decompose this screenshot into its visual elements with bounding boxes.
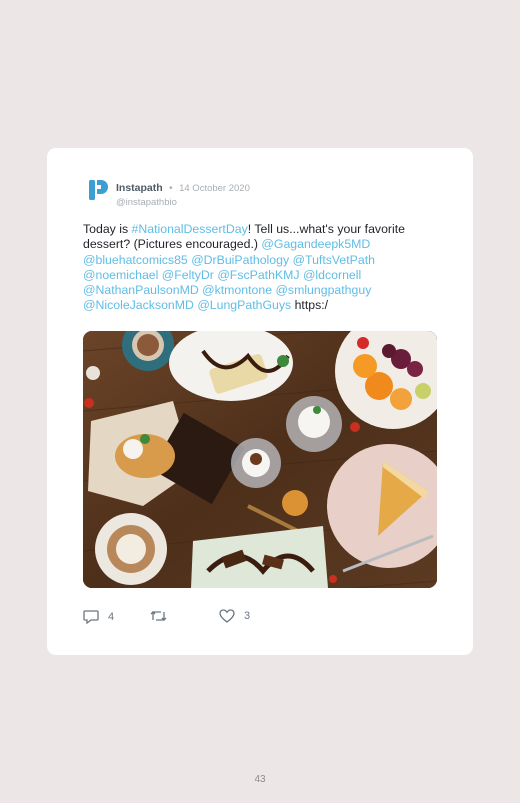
- retweet-button[interactable]: [150, 609, 176, 623]
- post-meta: Instapath • 14 October 2020 @instapathbi…: [116, 178, 250, 208]
- meta-separator: •: [169, 183, 173, 194]
- author-handle[interactable]: @instapathbio: [116, 197, 250, 208]
- like-count: 3: [244, 610, 251, 622]
- heart-icon: [219, 609, 235, 623]
- post-actions: 4 3: [83, 609, 283, 627]
- desserts-photo[interactable]: [83, 331, 437, 588]
- post-date[interactable]: 14 October 2020: [179, 183, 250, 194]
- mention-link[interactable]: @Gagandeepk5MD: [261, 237, 370, 251]
- post-text-segment: https:/: [291, 298, 329, 313]
- mention-link[interactable]: @FscPathKMJ: [217, 268, 299, 282]
- page-number: 43: [254, 774, 266, 785]
- mention-link[interactable]: @smlungpathguy: [275, 283, 371, 297]
- mention-link[interactable]: @FeltyDr: [162, 268, 214, 282]
- author-name[interactable]: Instapath: [116, 182, 163, 194]
- mention-link[interactable]: @NicoleJacksonMD: [83, 298, 194, 312]
- mention-link[interactable]: @bluehatcomics85: [83, 253, 188, 267]
- retweet-icon: [150, 611, 167, 621]
- desserts-photo-image: [83, 331, 437, 588]
- reply-button[interactable]: 4: [83, 609, 114, 624]
- reply-count: 4: [108, 610, 115, 623]
- mention-link[interactable]: @LungPathGuys: [197, 298, 291, 312]
- mention-link[interactable]: @NathanPaulsonMD: [83, 283, 199, 297]
- instapath-logo-icon: [89, 180, 108, 200]
- mention-link[interactable]: @ktmontone: [202, 283, 272, 297]
- mention-link[interactable]: @noemichael: [83, 268, 158, 282]
- mention-link[interactable]: @TuftsVetPath: [293, 253, 375, 267]
- reply-icon: [83, 610, 99, 624]
- post-card: Instapath • 14 October 2020 @instapathbi…: [47, 148, 473, 655]
- like-button[interactable]: 3: [219, 609, 250, 623]
- mention-link[interactable]: @DrBuiPathology: [191, 253, 289, 267]
- hashtag-link[interactable]: #NationalDessertDay: [132, 222, 248, 236]
- post-text-segment: Today is: [83, 222, 132, 236]
- post-text: Today is #NationalDessertDay! Tell us...…: [83, 222, 443, 314]
- mention-link[interactable]: @ldcornell: [303, 268, 361, 282]
